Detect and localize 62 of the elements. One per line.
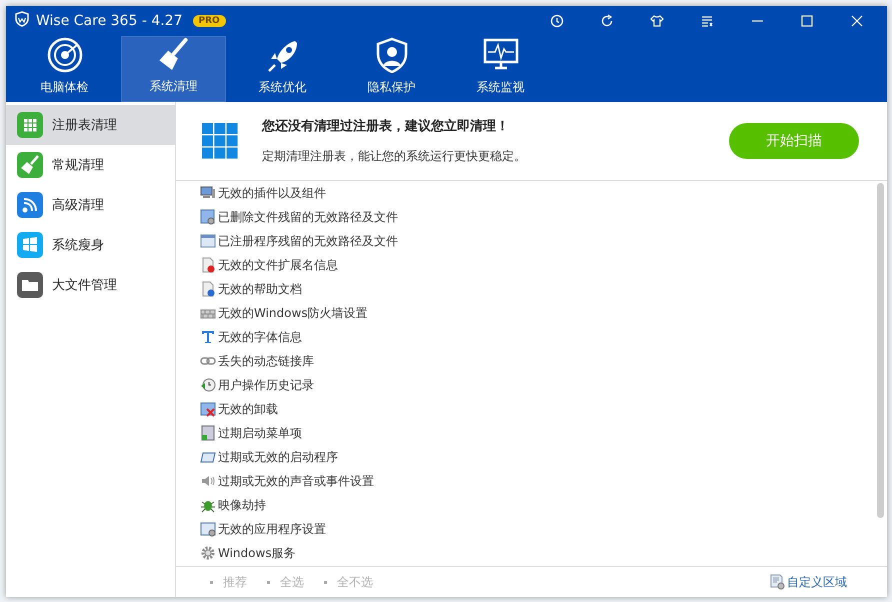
window-x-icon <box>200 401 216 417</box>
start-menu-icon <box>200 425 216 441</box>
registry-item-label: 已注册程序残留的无效路径及文件 <box>218 232 398 250</box>
sidebar-item[interactable]: 注册表清理 <box>6 105 175 145</box>
nav-tab[interactable]: 系统清理 <box>121 36 226 102</box>
registry-item-label: 映像劫持 <box>218 496 266 514</box>
custom-area-link[interactable]: 自定义区域 <box>769 574 847 590</box>
registry-item-label: 无效的插件以及组件 <box>218 184 326 202</box>
menu-icon <box>700 14 714 28</box>
close-icon <box>850 14 864 28</box>
document-gear-icon <box>769 574 785 590</box>
window-title: Wise Care 365 - 4.27 <box>36 13 182 29</box>
registry-item-label: 无效的文件扩展名信息 <box>218 256 338 274</box>
sidebar-label: 系统瘦身 <box>52 237 104 254</box>
window-gear-icon <box>200 521 216 537</box>
nav-tab[interactable]: 系统优化 <box>230 36 335 102</box>
header-subtitle: 定期清理注册表，能让您的系统运行更快更稳定。 <box>262 148 527 165</box>
document-help-icon <box>200 281 216 297</box>
bullet-icon <box>210 580 213 584</box>
speaker-icon <box>200 473 216 489</box>
nav-tab[interactable]: 系统监视 <box>448 36 553 102</box>
registry-item-label: 已删除文件残留的无效路径及文件 <box>218 208 398 226</box>
header-title: 您还没有清理过注册表，建议您立即清理！ <box>262 118 510 135</box>
gear-icon <box>200 545 216 561</box>
letter-t-icon <box>200 329 216 345</box>
registry-item-label: 无效的应用程序设置 <box>218 520 326 538</box>
pro-badge: PRO <box>192 15 226 27</box>
sidebar-item[interactable]: 大文件管理 <box>6 265 175 305</box>
scrollbar-thumb[interactable] <box>877 183 884 518</box>
window-icon <box>200 233 216 249</box>
maximize-icon <box>800 14 814 28</box>
bullet-icon <box>267 580 270 584</box>
sidebar-label: 注册表清理 <box>52 117 117 134</box>
tile-grid-icon <box>202 123 238 159</box>
registry-item-label: 无效的字体信息 <box>218 328 302 346</box>
registry-item-label: 过期启动菜单项 <box>218 424 302 442</box>
nav-tab[interactable]: 电脑体检 <box>12 36 117 102</box>
minimize-icon <box>752 20 762 22</box>
registry-item-label: 用户操作历史记录 <box>218 376 314 394</box>
refresh-icon <box>600 14 614 28</box>
shield-logo-icon <box>14 11 30 27</box>
shirt-icon <box>650 14 664 28</box>
registry-item-label: Windows服务 <box>218 544 296 562</box>
window-gear-icon <box>200 209 216 225</box>
registry-item-label: 过期或无效的声音或事件设置 <box>218 472 374 490</box>
sidebar-item[interactable]: 系统瘦身 <box>6 225 175 265</box>
bullet-icon <box>324 580 327 584</box>
registry-item-label: 丢失的动态链接库 <box>218 352 314 370</box>
computer-icon <box>200 185 216 201</box>
restore-clock-icon <box>550 14 564 28</box>
registry-item-label: 无效的卸载 <box>218 400 278 418</box>
document-alert-icon <box>200 257 216 273</box>
sidebar-label: 高级清理 <box>52 197 104 214</box>
radar-icon <box>46 37 82 73</box>
sidebar-label: 大文件管理 <box>52 277 117 294</box>
sidebar-item[interactable]: 高级清理 <box>6 185 175 225</box>
sidebar-label: 常规清理 <box>52 157 104 174</box>
registry-item-label: 无效的Windows防火墙设置 <box>218 304 368 322</box>
nav-tab[interactable]: 隐私保护 <box>339 36 444 102</box>
registry-item-label: 过期或无效的启动程序 <box>218 448 338 466</box>
registry-item-label: 无效的帮助文档 <box>218 280 302 298</box>
sidebar-item[interactable]: 常规清理 <box>6 145 175 185</box>
